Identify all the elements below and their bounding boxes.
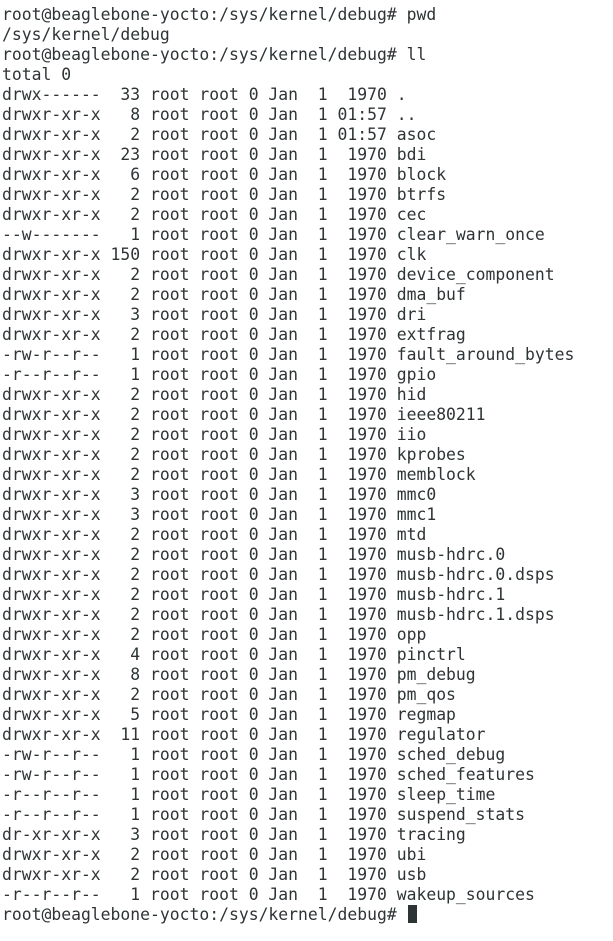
terminal-line: total 0 (2, 65, 72, 84)
terminal-line: drwxr-xr-x 2 root root 0 Jan 1 1970 pm_q… (2, 685, 456, 704)
terminal-line: -rw-r--r-- 1 root root 0 Jan 1 1970 sche… (2, 765, 535, 784)
terminal-line: drwxr-xr-x 5 root root 0 Jan 1 1970 regm… (2, 705, 456, 724)
terminal-line: drwxr-xr-x 8 root root 0 Jan 1 01:57 .. (2, 105, 417, 124)
terminal-line: drwxr-xr-x 2 root root 0 Jan 1 1970 musb… (2, 565, 555, 584)
terminal-line: root@beaglebone-yocto:/sys/kernel/debug#… (2, 5, 437, 24)
terminal-line: drwxr-xr-x 2 root root 0 Jan 1 1970 musb… (2, 545, 506, 564)
terminal-line: drwxr-xr-x 2 root root 0 Jan 1 1970 ubi (2, 845, 427, 864)
terminal-prompt-line[interactable]: root@beaglebone-yocto:/sys/kernel/debug# (2, 905, 613, 925)
prompt-text: root@beaglebone-yocto:/sys/kernel/debug# (2, 905, 397, 924)
terminal-line: -r--r--r-- 1 root root 0 Jan 1 1970 gpio (2, 365, 437, 384)
terminal-line: drwxr-xr-x 2 root root 0 Jan 1 1970 mtd (2, 525, 427, 544)
terminal-line: -r--r--r-- 1 root root 0 Jan 1 1970 susp… (2, 805, 526, 824)
terminal-line: drwxr-xr-x 2 root root 0 Jan 1 1970 memb… (2, 465, 476, 484)
terminal-line: drwxr-xr-x 2 root root 0 Jan 1 1970 iio (2, 425, 427, 444)
terminal-output: root@beaglebone-yocto:/sys/kernel/debug#… (2, 5, 613, 905)
terminal-line: drwx------ 33 root root 0 Jan 1 1970 . (2, 85, 407, 104)
terminal-line: drwxr-xr-x 2 root root 0 Jan 1 1970 btrf… (2, 185, 447, 204)
terminal-line: drwxr-xr-x 3 root root 0 Jan 1 1970 mmc0 (2, 485, 437, 504)
terminal-line: --w------- 1 root root 0 Jan 1 1970 clea… (2, 225, 545, 244)
text-cursor (407, 905, 417, 923)
terminal-line: drwxr-xr-x 2 root root 0 Jan 1 1970 opp (2, 625, 427, 644)
terminal-line: drwxr-xr-x 2 root root 0 Jan 1 1970 kpro… (2, 445, 466, 464)
terminal-line: drwxr-xr-x 2 root root 0 Jan 1 1970 hid (2, 385, 427, 404)
terminal-line: drwxr-xr-x 2 root root 0 Jan 1 1970 ieee… (2, 405, 486, 424)
terminal-line: dr-xr-xr-x 3 root root 0 Jan 1 1970 trac… (2, 825, 466, 844)
terminal-line: -rw-r--r-- 1 root root 0 Jan 1 1970 faul… (2, 345, 575, 364)
terminal-line: -r--r--r-- 1 root root 0 Jan 1 1970 wake… (2, 885, 535, 904)
terminal-line: drwxr-xr-x 11 root root 0 Jan 1 1970 reg… (2, 725, 486, 744)
terminal-line: drwxr-xr-x 2 root root 0 Jan 1 1970 usb (2, 865, 427, 884)
terminal-line: drwxr-xr-x 8 root root 0 Jan 1 1970 pm_d… (2, 665, 476, 684)
terminal-window[interactable]: root@beaglebone-yocto:/sys/kernel/debug#… (0, 0, 613, 941)
terminal-line: /sys/kernel/debug (2, 25, 170, 44)
terminal-line: root@beaglebone-yocto:/sys/kernel/debug#… (2, 45, 427, 64)
terminal-line: -r--r--r-- 1 root root 0 Jan 1 1970 slee… (2, 785, 496, 804)
terminal-line: drwxr-xr-x 2 root root 0 Jan 1 1970 musb… (2, 585, 506, 604)
terminal-line: drwxr-xr-x 3 root root 0 Jan 1 1970 dri (2, 305, 427, 324)
terminal-line: drwxr-xr-x 2 root root 0 Jan 1 1970 cec (2, 205, 427, 224)
terminal-line: drwxr-xr-x 150 root root 0 Jan 1 1970 cl… (2, 245, 427, 264)
terminal-line: drwxr-xr-x 6 root root 0 Jan 1 1970 bloc… (2, 165, 447, 184)
terminal-line: drwxr-xr-x 2 root root 0 Jan 1 1970 devi… (2, 265, 555, 284)
terminal-line: drwxr-xr-x 2 root root 0 Jan 1 1970 dma_… (2, 285, 466, 304)
terminal-line: -rw-r--r-- 1 root root 0 Jan 1 1970 sche… (2, 745, 506, 764)
terminal-line: drwxr-xr-x 23 root root 0 Jan 1 1970 bdi (2, 145, 427, 164)
terminal-line: drwxr-xr-x 2 root root 0 Jan 1 1970 musb… (2, 605, 555, 624)
terminal-line: drwxr-xr-x 2 root root 0 Jan 1 1970 extf… (2, 325, 466, 344)
terminal-line: drwxr-xr-x 3 root root 0 Jan 1 1970 mmc1 (2, 505, 437, 524)
terminal-line: drwxr-xr-x 2 root root 0 Jan 1 01:57 aso… (2, 125, 437, 144)
terminal-line: drwxr-xr-x 4 root root 0 Jan 1 1970 pinc… (2, 645, 466, 664)
